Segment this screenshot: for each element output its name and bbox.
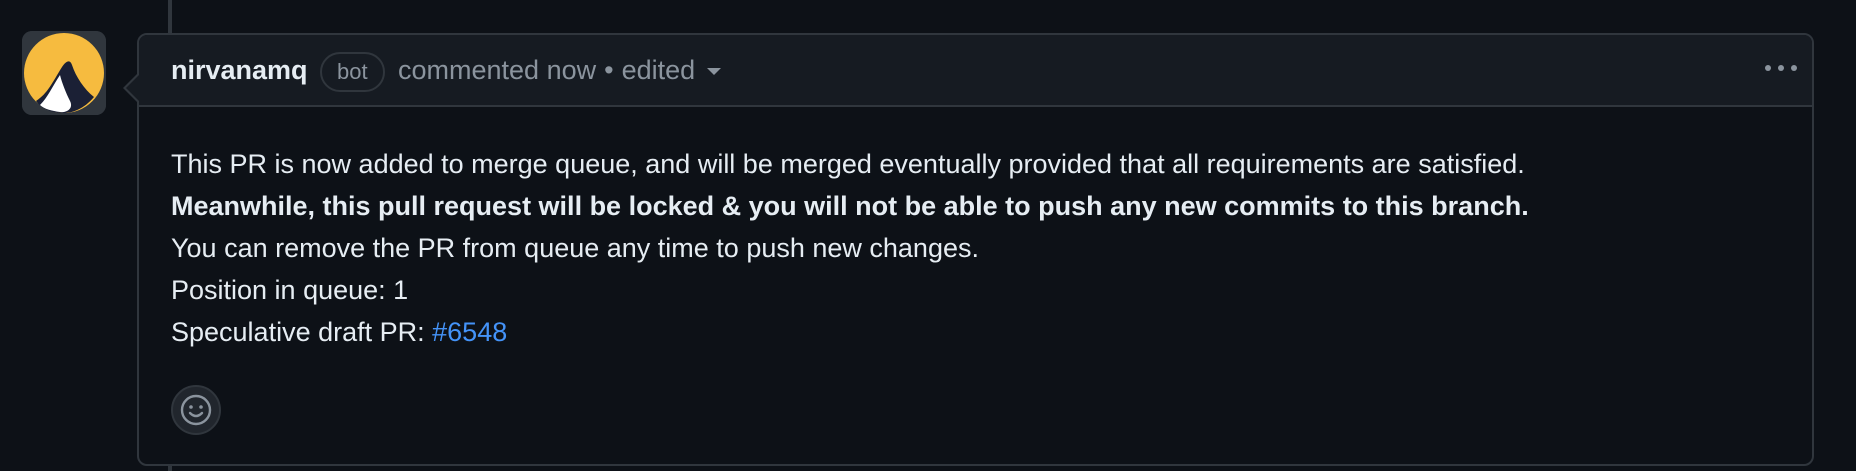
body-line-bold: Meanwhile, this pull request will be loc… (171, 191, 1529, 221)
add-reaction-button[interactable] (171, 385, 221, 435)
nirvana-logo-icon (22, 31, 106, 115)
draft-pr-label: Speculative draft PR: (171, 317, 433, 347)
author-avatar[interactable] (22, 31, 106, 115)
commented-timestamp[interactable]: commented now (398, 55, 596, 85)
comment-card: nirvanamq bot commented now • edited This … (123, 33, 1814, 466)
comment-meta: commented now • edited (398, 55, 722, 86)
edited-label[interactable]: edited (622, 55, 696, 85)
author-name[interactable]: nirvanamq (171, 55, 308, 86)
smiley-icon (180, 394, 212, 426)
meta-separator: • (604, 55, 614, 85)
kebab-horizontal-icon[interactable] (1756, 51, 1806, 85)
queue-position: Position in queue: 1 (171, 275, 409, 305)
triangle-down-icon[interactable] (707, 68, 722, 76)
body-line: You can remove the PR from queue any tim… (171, 233, 979, 263)
body-line: This PR is now added to merge queue, and… (171, 149, 1525, 179)
draft-pr-line: Speculative draft PR: #6548 (171, 311, 1780, 353)
bot-badge: bot (320, 52, 385, 92)
comment-caret-fill (126, 74, 140, 102)
comment-body: This PR is now added to merge queue, and… (139, 107, 1812, 353)
draft-pr-link[interactable]: #6548 (432, 317, 507, 347)
comment-header: nirvanamq bot commented now • edited (139, 35, 1812, 107)
